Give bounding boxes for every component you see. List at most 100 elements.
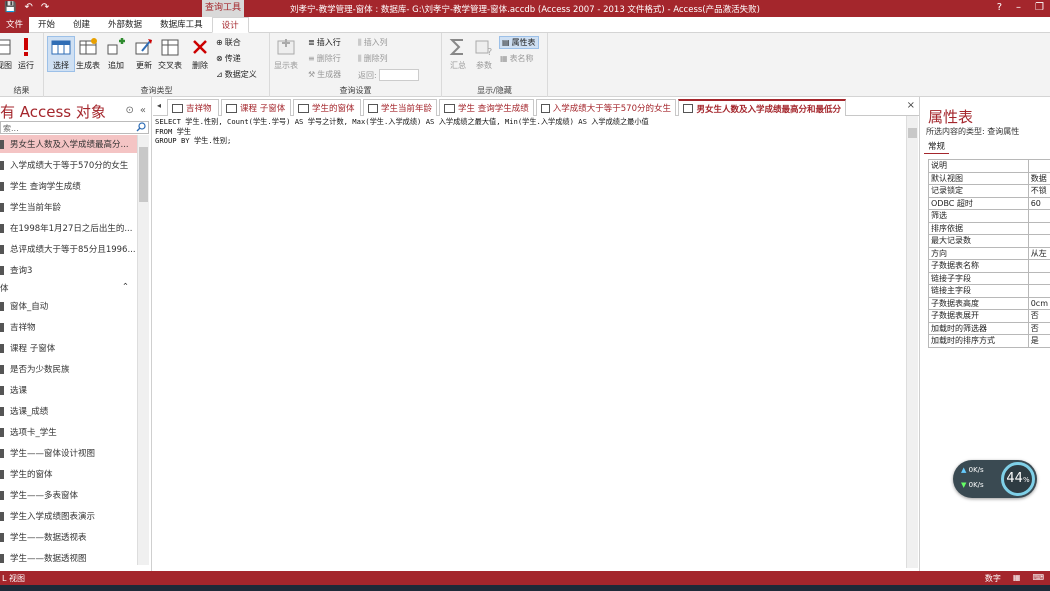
nav-scrollbar[interactable] [137, 135, 149, 565]
nav-item-form[interactable]: 学生——数据透视图 [0, 549, 137, 565]
property-row[interactable]: 子数据表展开否 [928, 309, 1050, 323]
delete-rows-button[interactable]: ≡ 删除行 [308, 53, 341, 64]
property-value[interactable] [1027, 209, 1050, 223]
datasheet-view-icon[interactable]: ▦ [1013, 573, 1021, 584]
nav-search-input[interactable]: 索... [0, 121, 149, 134]
nav-item-query[interactable]: 男女生人数及入学成绩最高分... [0, 135, 137, 153]
property-value[interactable]: 60 [1027, 196, 1050, 210]
nav-item-form[interactable]: 学生——窗体设计视图 [0, 444, 137, 462]
union-button[interactable]: ⊕ 联合 [216, 37, 241, 48]
restore-button[interactable]: ❐ [1035, 2, 1044, 13]
nav-section-forms[interactable]: 体 ⌃ [0, 282, 137, 296]
sql-editor[interactable]: SELECT 学生.性别, Count(学生.学号) AS 学号之计数, Max… [153, 116, 906, 568]
nav-item-form[interactable]: 学生的窗体 [0, 465, 137, 483]
nav-item-form[interactable]: 选课_成绩 [0, 402, 137, 420]
property-value[interactable] [1027, 221, 1050, 235]
property-value[interactable] [1027, 259, 1050, 273]
nav-title[interactable]: 有 Access 对象 [0, 101, 106, 122]
redo-icon[interactable]: ↷ [41, 2, 49, 13]
make-table-button[interactable]: 生成表 [76, 37, 100, 71]
nav-item-query[interactable]: 总评成绩大于等于85分且1996... [0, 240, 137, 258]
nav-item-form[interactable]: 学生——数据透视表 [0, 528, 137, 546]
property-value[interactable]: 是 [1027, 334, 1050, 348]
property-row[interactable]: 链接主字段 [928, 284, 1050, 298]
select-query-button[interactable]: 选择 [47, 36, 75, 72]
doc-tab-query[interactable]: 学生当前年龄 [363, 99, 437, 116]
nav-item-form[interactable]: 学生——多表窗体 [0, 486, 137, 504]
table-names-button[interactable]: ▦ 表名称 [500, 53, 534, 64]
property-value[interactable] [1027, 284, 1050, 298]
tab-file[interactable]: 文件 [0, 17, 30, 33]
undo-icon[interactable]: ↶ [24, 2, 32, 13]
passthrough-button[interactable]: ⊗ 传递 [216, 53, 241, 64]
property-row[interactable]: 方向 从左 [928, 246, 1050, 260]
nav-item-query[interactable]: 入学成绩大于等于570分的女生 [0, 156, 137, 174]
tab-database-tools[interactable]: 数据库工具 [151, 17, 212, 33]
property-row[interactable]: 最大记录数 [928, 234, 1050, 248]
doc-tab-form[interactable]: 学生的窗体 [293, 99, 361, 116]
property-value[interactable]: 否 [1027, 321, 1050, 335]
doc-tab-form[interactable]: 课程 子窗体 [221, 99, 291, 116]
append-button[interactable]: 追加 [106, 37, 126, 71]
nav-item-query[interactable]: 学生当前年龄 [0, 198, 137, 216]
property-row[interactable]: 默认视图 数据 [928, 171, 1050, 185]
minimize-button[interactable]: – [1016, 2, 1021, 13]
show-table-button[interactable]: 显示表 [274, 37, 298, 71]
editor-scrollbar[interactable] [906, 116, 918, 568]
nav-item-form[interactable]: 选课 [0, 381, 137, 399]
property-row[interactable]: 说明 [928, 159, 1050, 173]
property-value[interactable]: 否 [1027, 309, 1050, 323]
close-tab-icon[interactable]: × [907, 100, 915, 111]
property-value[interactable]: 不锁 [1027, 184, 1050, 198]
property-row[interactable]: 排序依据 [928, 221, 1050, 235]
scroll-tabs-left-icon[interactable]: ◂ [157, 101, 161, 110]
nav-item-form[interactable]: 学生入学成绩图表演示 [0, 507, 137, 525]
nav-item-form[interactable]: 是否为少数民族 [0, 360, 137, 378]
property-row[interactable]: 子数据表名称 [928, 259, 1050, 273]
nav-scrollbar-thumb[interactable] [139, 147, 148, 202]
network-speed-widget[interactable]: ▲ 0K/s ▼ 0K/s 44% [953, 460, 1037, 498]
nav-item-query[interactable]: 查询3 [0, 261, 137, 279]
update-button[interactable]: 更新 [134, 37, 154, 71]
property-row[interactable]: ODBC 超时 60 [928, 196, 1050, 210]
tab-design[interactable]: 设计 [211, 17, 249, 33]
property-row[interactable]: 加载时的筛选器否 [928, 321, 1050, 335]
search-icon[interactable] [136, 122, 146, 132]
doc-tab-query[interactable]: 学生 查询学生成绩 [439, 99, 534, 116]
run-button[interactable]: 运行 [16, 37, 36, 71]
tab-general[interactable]: 常规 [924, 139, 950, 154]
doc-tab-form[interactable]: 吉祥物 [167, 99, 219, 116]
property-row[interactable]: 记录锁定 不锁 [928, 184, 1050, 198]
property-value[interactable]: 0cm [1027, 296, 1050, 310]
totals-button[interactable]: 汇总 [448, 37, 468, 71]
doc-tab-query-active[interactable]: 男女生人数及入学成绩最高分和最低分 [678, 99, 846, 116]
nav-item-form[interactable]: 课程 子窗体 [0, 339, 137, 357]
view-button[interactable]: 视图 [0, 37, 14, 71]
delete-columns-button[interactable]: ⫼ 删除列 [358, 53, 388, 64]
insert-columns-button[interactable]: ⫼ 插入列 [358, 37, 388, 48]
insert-rows-button[interactable]: ≣ 插入行 [308, 37, 341, 48]
property-value[interactable]: 数据 [1027, 171, 1050, 185]
return-dropdown[interactable] [378, 69, 419, 81]
property-value[interactable] [1027, 271, 1050, 285]
property-value[interactable]: 从左 [1027, 246, 1050, 260]
save-icon[interactable]: 💾 [4, 2, 16, 13]
nav-item-form[interactable]: 吉祥物 [0, 318, 137, 336]
sql-text[interactable]: SELECT 学生.性别, Count(学生.学号) AS 学号之计数, Max… [155, 117, 649, 146]
property-row[interactable]: 加载时的排序方式是 [928, 334, 1050, 348]
sql-view-icon[interactable]: ⌨ [1032, 573, 1044, 584]
property-value[interactable] [1027, 234, 1050, 248]
editor-scrollbar-thumb[interactable] [908, 128, 917, 138]
collapse-section-icon[interactable]: ⌃ [122, 282, 129, 292]
nav-item-form[interactable]: 窗体_自动 [0, 297, 137, 315]
property-sheet-button[interactable]: ▤ 属性表 [499, 36, 539, 49]
builder-button[interactable]: ⚒ 生成器 [308, 69, 341, 80]
crosstab-button[interactable]: 交叉表 [158, 37, 182, 71]
property-row[interactable]: 子数据表高度 0cm [928, 296, 1050, 310]
tab-home[interactable]: 开始 [29, 17, 64, 33]
nav-item-form[interactable]: 选项卡_学生 [0, 423, 137, 441]
doc-tab-query[interactable]: 入学成绩大于等于570分的女生 [536, 99, 676, 116]
data-definition-button[interactable]: ⊿ 数据定义 [216, 69, 257, 80]
tab-create[interactable]: 创建 [64, 17, 99, 33]
collapse-nav-icon[interactable]: « [140, 105, 146, 116]
